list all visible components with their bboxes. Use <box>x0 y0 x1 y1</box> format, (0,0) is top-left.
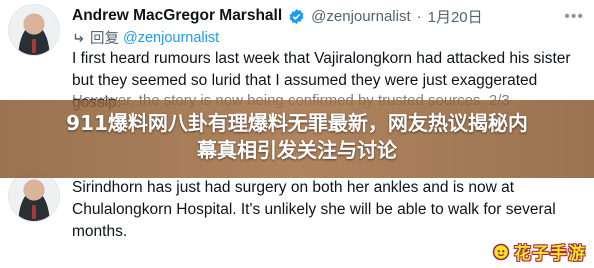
avatar-tie <box>32 39 36 53</box>
verified-badge-icon <box>288 8 305 25</box>
separator-dot: · <box>416 7 422 25</box>
headline-line-1: 911爆料网八卦有理爆料无罪最新，网友热议揭秘内 <box>66 111 528 135</box>
headline-text: 911爆料网八卦有理爆料无罪最新，网友热议揭秘内 幕真相引发关注与讨论 <box>0 110 594 164</box>
tweet-date[interactable]: 1月20日 <box>428 6 483 27</box>
more-options-icon[interactable]: ••• <box>564 8 584 26</box>
watermark-text: 花子手游 <box>514 244 586 264</box>
display-name[interactable]: Andrew MacGregor Marshall <box>72 7 282 25</box>
headline-line-2: 幕真相引发关注与讨论 <box>197 138 397 162</box>
tweet-text: Sirindhorn has just had surgery on both … <box>72 179 556 240</box>
reply-arrow-icon <box>72 31 86 45</box>
tweet-header: Andrew MacGregor Marshall @zenjournalist… <box>72 5 483 27</box>
watermark-badge: 花子手游 <box>492 239 586 264</box>
avatar-tie <box>32 205 36 219</box>
reply-to-handle[interactable]: @zenjournalist <box>123 30 219 46</box>
avatar[interactable] <box>8 4 60 56</box>
controller-icon <box>492 243 510 261</box>
tweet-1[interactable]: Andrew MacGregor Marshall @zenjournalist… <box>0 0 594 111</box>
handle[interactable]: @zenjournalist <box>311 8 410 25</box>
reply-prefix: 回复 <box>90 31 119 47</box>
reply-context: 回复 @zenjournalist <box>72 27 219 48</box>
